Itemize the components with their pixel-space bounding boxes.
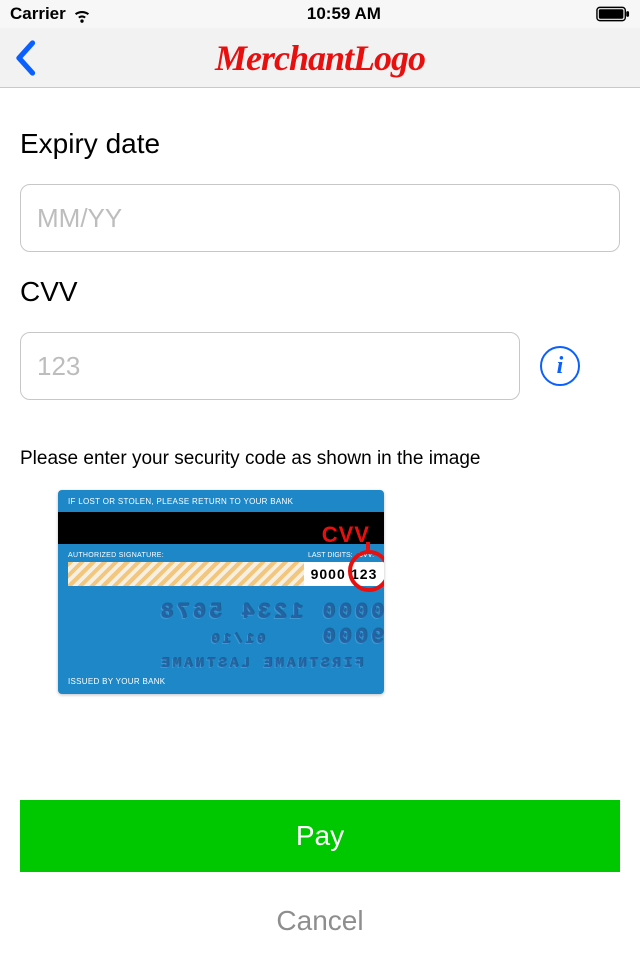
- back-button[interactable]: [0, 40, 50, 76]
- cvv-hint-text: Please enter your security code as shown…: [20, 448, 620, 470]
- card-auth-sig-label: AUTHORIZED SIGNATURE:: [68, 552, 164, 559]
- card-emboss-expiry: 01/10: [208, 632, 265, 648]
- battery-icon: [596, 6, 630, 22]
- expiry-label: Expiry date: [20, 128, 620, 160]
- merchant-logo: MerchantLogo: [215, 37, 425, 79]
- card-issued-by-text: ISSUED BY YOUR BANK: [68, 677, 165, 686]
- card-last-digits-label: LAST DIGITS:: [308, 552, 353, 559]
- cvv-label: CVV: [20, 276, 620, 308]
- payment-form: Expiry date CVV i Please enter your secu…: [0, 88, 640, 694]
- card-last-digits-value: 9000: [311, 566, 346, 582]
- wifi-icon: [72, 4, 92, 24]
- status-bar: Carrier 10:59 AM: [0, 0, 640, 28]
- nav-bar: MerchantLogo: [0, 28, 640, 88]
- card-cvv-highlight-circle: [348, 550, 384, 592]
- info-icon: i: [557, 353, 564, 380]
- cvv-input[interactable]: [20, 332, 520, 400]
- card-emboss-name: FIRSTNAME LASTNAME: [158, 656, 363, 672]
- card-signature-strip: [68, 562, 304, 586]
- bottom-actions: Pay Cancel: [20, 800, 620, 960]
- card-back-illustration: IF LOST OR STOLEN, PLEASE RETURN TO YOUR…: [58, 490, 384, 694]
- card-lost-text: IF LOST OR STOLEN, PLEASE RETURN TO YOUR…: [68, 497, 293, 506]
- expiry-input[interactable]: [20, 184, 620, 252]
- status-time: 10:59 AM: [307, 4, 381, 24]
- cancel-button[interactable]: Cancel: [20, 882, 620, 960]
- card-cvv-callout: CVV: [322, 522, 370, 548]
- chevron-left-icon: [14, 40, 36, 76]
- carrier-label: Carrier: [10, 4, 66, 24]
- cvv-info-button[interactable]: i: [540, 346, 580, 386]
- pay-button[interactable]: Pay: [20, 800, 620, 872]
